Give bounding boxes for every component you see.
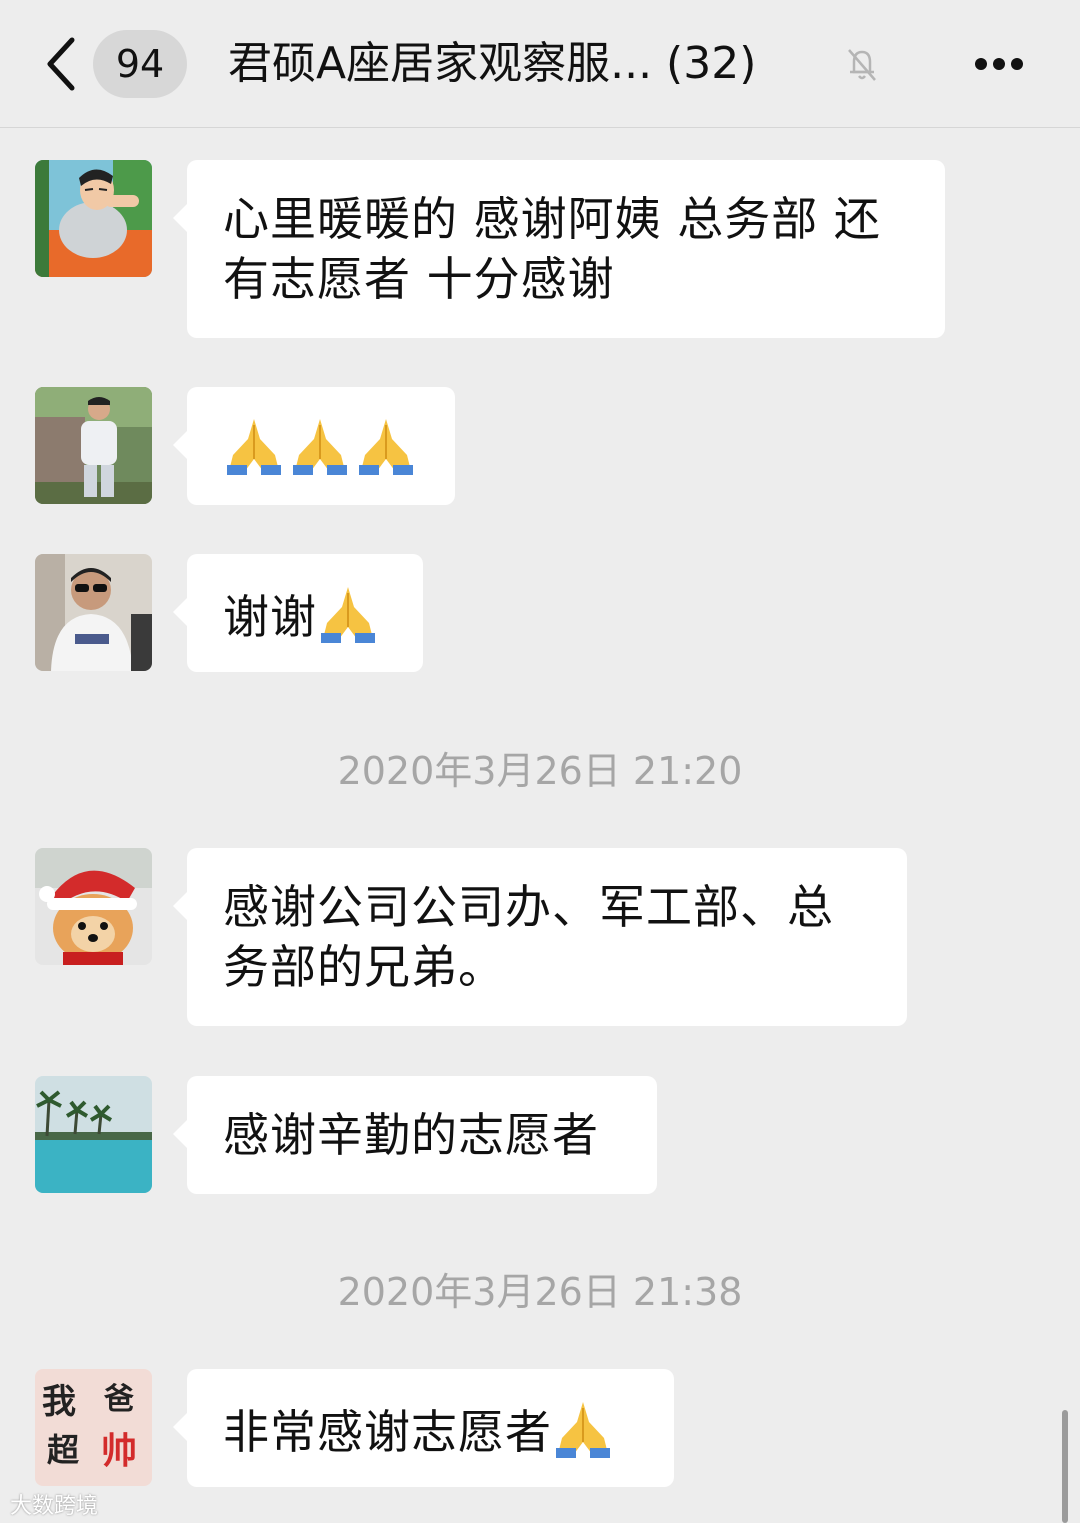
avatar[interactable]: 我 爸 超 帅 [35, 1369, 152, 1486]
unread-count-badge[interactable]: 94 [93, 30, 187, 98]
message-bubble[interactable]: 非常感谢志愿者 [173, 1369, 674, 1487]
back-button[interactable] [38, 32, 88, 96]
watermark: 大数跨境 [10, 1494, 99, 1519]
timestamp: 2020年3月26日 21:20 [337, 749, 743, 793]
ellipsis-icon [993, 58, 1005, 70]
avatar-text: 我 [42, 1382, 76, 1422]
ellipsis-icon [1011, 58, 1023, 70]
message-bubble[interactable] [173, 387, 455, 505]
message-bubble[interactable]: 感谢辛勤的志愿者 [173, 1076, 657, 1194]
chevron-left-icon [47, 37, 75, 91]
folded-hands-icon [321, 587, 375, 643]
message-bubble[interactable]: 谢谢 [173, 554, 423, 672]
message-text: 非常感谢志愿者 [223, 1405, 552, 1459]
avatar-man-sunglasses-icon [35, 554, 152, 671]
avatar[interactable] [35, 1076, 152, 1193]
muted-bell-icon [842, 44, 882, 84]
chat-title[interactable]: 君硕A座居家观察服... (32) [228, 34, 756, 94]
avatar-man-outdoor-icon [35, 387, 152, 504]
message-text: 感谢公司公司办、军工部、总 务部的兄弟。 [223, 880, 834, 994]
avatar-text: 超 [47, 1431, 80, 1469]
timestamp: 2020年3月26日 21:38 [337, 1270, 743, 1314]
message-text: 感谢辛勤的志愿者 [223, 1108, 599, 1162]
chat-header: 94 君硕A座居家观察服... (32) [0, 0, 1080, 128]
folded-hands-icon [227, 419, 281, 475]
folded-hands-icon [556, 1402, 610, 1458]
avatar-text: 帅 [101, 1431, 137, 1472]
avatar[interactable] [35, 848, 152, 965]
avatar-pool-palms-icon [35, 1076, 152, 1193]
avatar[interactable] [35, 387, 152, 504]
avatar-text: 爸 [103, 1382, 134, 1417]
more-options-button[interactable] [966, 40, 1032, 88]
avatar-calligraphy-icon: 我 爸 超 帅 [35, 1369, 152, 1486]
message-text: 心里暖暖的 感谢阿姨 总务部 还 有志愿者 十分感谢 [223, 192, 881, 306]
message-text: 谢谢 [223, 590, 317, 644]
avatar[interactable] [35, 554, 152, 671]
ellipsis-icon [975, 58, 987, 70]
avatar-cartoon-man-icon [35, 160, 152, 277]
scrollbar[interactable] [1062, 1410, 1068, 1523]
folded-hands-icon [293, 419, 347, 475]
avatar-dog-santa-hat-icon [35, 848, 152, 965]
avatar[interactable] [35, 160, 152, 277]
folded-hands-icon [359, 419, 413, 475]
message-bubble[interactable]: 心里暖暖的 感谢阿姨 总务部 还 有志愿者 十分感谢 [173, 160, 945, 338]
message-bubble[interactable]: 感谢公司公司办、军工部、总 务部的兄弟。 [173, 848, 907, 1026]
